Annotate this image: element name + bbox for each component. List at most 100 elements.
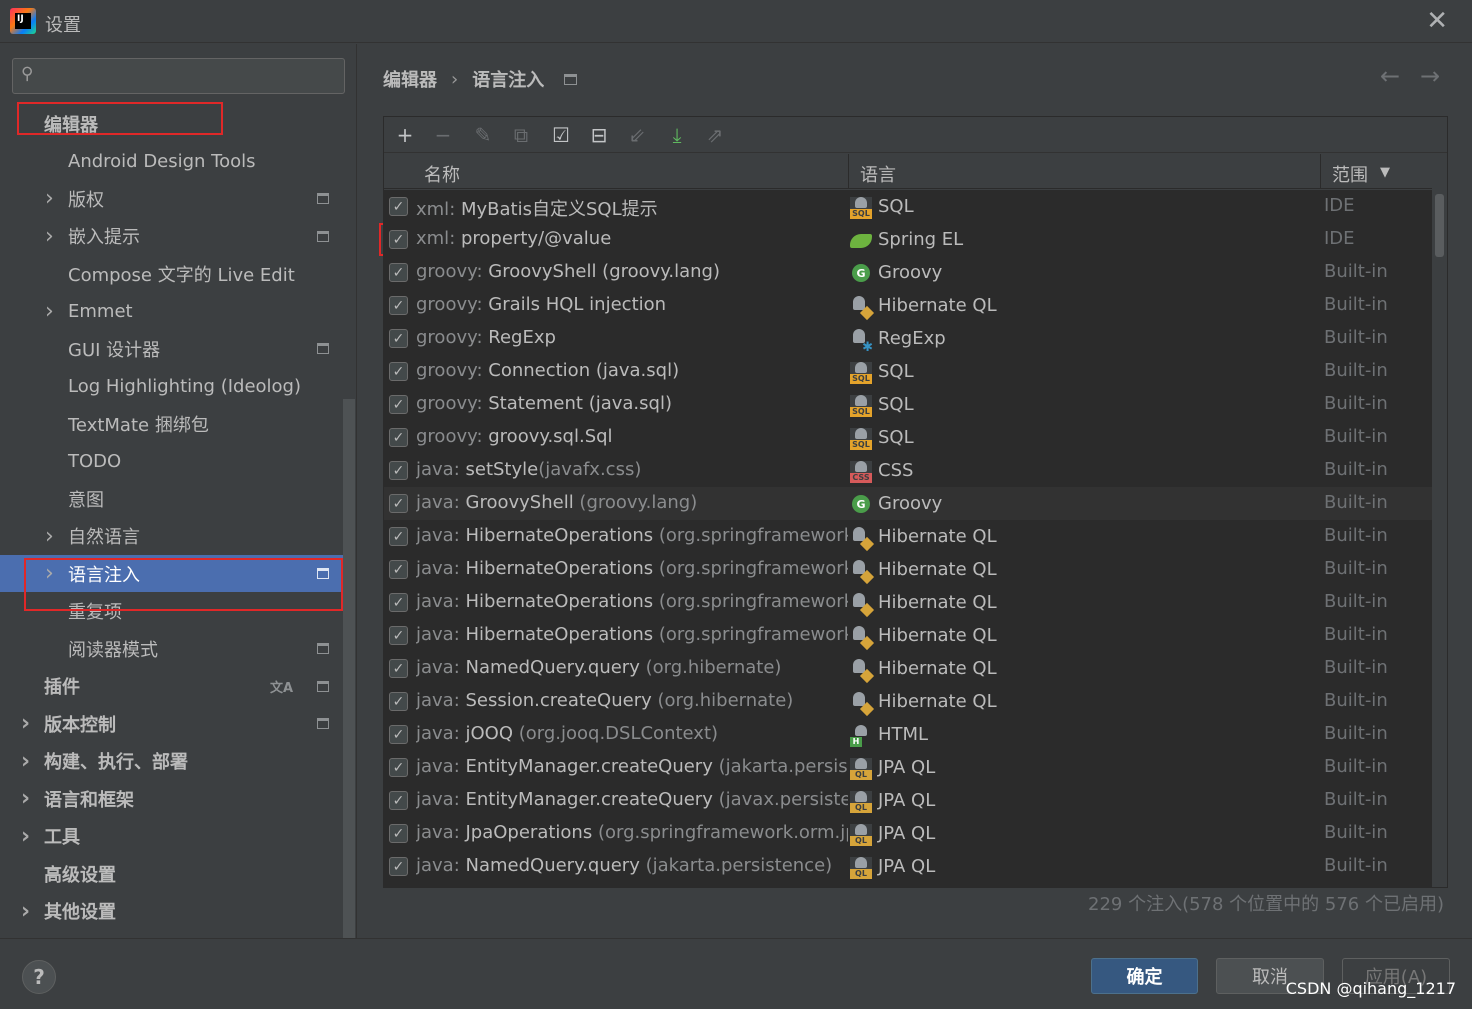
enabled-checkbox[interactable]: ✓: [389, 527, 408, 546]
table-row[interactable]: ✓ java: HibernateOperations (org.springfr…: [384, 553, 1432, 586]
sidebar-item[interactable]: › 工具: [0, 818, 343, 855]
table-row[interactable]: ✓ java: NamedQuery.query (jakarta.persist…: [384, 850, 1432, 883]
table-row[interactable]: ✓ xml: MyBatis自定义SQL提示 SQL SQL IDE: [384, 190, 1432, 223]
sidebar-item[interactable]: 编辑器: [0, 105, 343, 142]
enabled-checkbox[interactable]: ✓: [389, 197, 408, 216]
add-icon[interactable]: +: [392, 122, 418, 148]
sidebar-item[interactable]: 插件 文A: [0, 668, 343, 705]
table-scrollbar-thumb[interactable]: [1435, 194, 1444, 257]
table-scrollbar[interactable]: [1434, 190, 1445, 887]
table-row[interactable]: ✓ java: NamedQuery.query (org.hibernate) H…: [384, 652, 1432, 685]
table-row[interactable]: ✓ java: jOOQ (org.jooq.DSLContext) H HTML Bu…: [384, 718, 1432, 751]
chevron-right-icon[interactable]: ›: [45, 524, 54, 549]
sidebar-item[interactable]: › 语言注入: [0, 555, 343, 592]
sidebar-item[interactable]: 高级设置: [0, 855, 343, 892]
sidebar-item[interactable]: › 嵌入提示: [0, 218, 343, 255]
help-button[interactable]: ?: [22, 960, 56, 994]
enabled-checkbox[interactable]: ✓: [389, 659, 408, 678]
import-icon[interactable]: ⇙: [624, 122, 650, 148]
enabled-checkbox[interactable]: ✓: [389, 329, 408, 348]
sidebar-item[interactable]: 意图: [0, 480, 343, 517]
sidebar-item[interactable]: › 自然语言: [0, 518, 343, 555]
chevron-right-icon[interactable]: ›: [21, 711, 30, 736]
enabled-checkbox[interactable]: ✓: [389, 758, 408, 777]
close-icon[interactable]: ✕: [1426, 6, 1448, 36]
disable-all-icon[interactable]: ⊟: [586, 122, 612, 148]
chevron-right-icon[interactable]: ›: [45, 561, 54, 586]
sort-down-icon[interactable]: ▼: [1380, 165, 1390, 180]
sidebar-item[interactable]: › 其他设置: [0, 893, 343, 930]
table-row[interactable]: ✓ java: HibernateOperations (org.springfr…: [384, 619, 1432, 652]
chevron-right-icon[interactable]: ›: [45, 299, 54, 324]
back-arrow-icon[interactable]: ←: [1380, 62, 1400, 90]
chevron-right-icon[interactable]: ›: [45, 224, 54, 249]
enabled-checkbox[interactable]: ✓: [389, 791, 408, 810]
sidebar-item[interactable]: GUI 设计器: [0, 330, 343, 367]
enabled-checkbox[interactable]: ✓: [389, 494, 408, 513]
translate-icon[interactable]: 文A: [270, 677, 293, 696]
table-row[interactable]: ✓ groovy: RegExp ✱ RegExp Built-in: [384, 322, 1432, 355]
sidebar-item[interactable]: › Emmet: [0, 293, 343, 330]
sidebar-item[interactable]: TextMate 捆绑包: [0, 405, 343, 442]
enabled-checkbox[interactable]: ✓: [389, 230, 408, 249]
table-row[interactable]: ✓ groovy: groovy.sql.Sql SQL SQL Built-in: [384, 421, 1432, 454]
sidebar-item[interactable]: › 版权: [0, 180, 343, 217]
edit-icon[interactable]: ✎: [470, 122, 496, 148]
search-box[interactable]: ⚲: [12, 58, 345, 94]
enabled-checkbox[interactable]: ✓: [389, 461, 408, 480]
enable-all-icon[interactable]: ☑: [548, 122, 574, 148]
sidebar-item[interactable]: › 构建、执行、部署: [0, 743, 343, 780]
table-row[interactable]: ✓ java: Session.createQuery (org.hibernat…: [384, 685, 1432, 718]
chevron-right-icon[interactable]: ›: [21, 786, 30, 811]
column-divider[interactable]: [848, 154, 849, 189]
breadcrumb-parent[interactable]: 编辑器: [383, 66, 437, 92]
sidebar-item[interactable]: Compose 文字的 Live Edit: [0, 255, 343, 292]
sidebar-item[interactable]: 重复项: [0, 593, 343, 630]
table-row[interactable]: ✓ groovy: Statement (java.sql) SQL SQL Built…: [384, 388, 1432, 421]
enabled-checkbox[interactable]: ✓: [389, 593, 408, 612]
enabled-checkbox[interactable]: ✓: [389, 362, 408, 381]
search-input[interactable]: [47, 62, 337, 90]
chevron-right-icon[interactable]: ›: [21, 749, 30, 774]
chevron-right-icon[interactable]: ›: [21, 899, 30, 924]
enabled-checkbox[interactable]: ✓: [389, 263, 408, 282]
enabled-checkbox[interactable]: ✓: [389, 824, 408, 843]
chevron-right-icon[interactable]: ›: [21, 824, 30, 849]
table-row[interactable]: ✓ groovy: Grails HQL injection Hibernate Q…: [384, 289, 1432, 322]
table-row[interactable]: ✓ java: GroovyShell (groovy.lang) G Groovy B…: [384, 487, 1432, 520]
table-row[interactable]: ✓ java: setStyle(javafx.css) CSS CSS Built-i…: [384, 454, 1432, 487]
table-row[interactable]: ✓ java: JpaOperations (org.springframewor…: [384, 817, 1432, 850]
export-icon[interactable]: ⇗: [702, 122, 728, 148]
table-row[interactable]: ✓ groovy: Connection (java.sql) SQL SQL Buil…: [384, 355, 1432, 388]
forward-arrow-icon[interactable]: →: [1420, 62, 1440, 90]
sidebar-item[interactable]: › 语言和框架: [0, 780, 343, 817]
sidebar-item[interactable]: Log Highlighting (Ideolog): [0, 368, 343, 405]
header-language[interactable]: 语言: [860, 161, 896, 187]
remove-icon[interactable]: −: [430, 122, 456, 148]
enabled-checkbox[interactable]: ✓: [389, 626, 408, 645]
enabled-checkbox[interactable]: ✓: [389, 395, 408, 414]
chevron-right-icon[interactable]: ›: [45, 186, 54, 211]
sidebar-item[interactable]: Android Design Tools: [0, 143, 343, 180]
copy-icon[interactable]: ⧉: [508, 122, 534, 148]
table-row[interactable]: ✓ java: HibernateOperations (org.springfr…: [384, 520, 1432, 553]
enabled-checkbox[interactable]: ✓: [389, 560, 408, 579]
column-divider[interactable]: [1320, 154, 1321, 189]
header-scope[interactable]: 范围: [1332, 161, 1368, 187]
enabled-checkbox[interactable]: ✓: [389, 857, 408, 876]
ok-button[interactable]: 确定: [1091, 958, 1198, 994]
sidebar-item[interactable]: 阅读器模式: [0, 630, 343, 667]
sidebar-scrollbar[interactable]: [343, 399, 355, 938]
header-name[interactable]: 名称: [424, 161, 460, 187]
sidebar-item[interactable]: › 版本控制: [0, 705, 343, 742]
enabled-checkbox[interactable]: ✓: [389, 692, 408, 711]
table-row[interactable]: ✓ groovy: GroovyShell (groovy.lang) G Groov…: [384, 256, 1432, 289]
table-row[interactable]: ✓ java: EntityManager.createQuery (javax.…: [384, 784, 1432, 817]
table-row[interactable]: ✓ java: EntityManager.createQuery (jakart…: [384, 751, 1432, 784]
enabled-checkbox[interactable]: ✓: [389, 725, 408, 744]
download-icon[interactable]: ⤓: [664, 122, 690, 148]
table-row[interactable]: ✓ java: HibernateOperations (org.springfr…: [384, 586, 1432, 619]
table-row[interactable]: ✓ xml: property/@value Spring EL IDE: [384, 223, 1432, 256]
enabled-checkbox[interactable]: ✓: [389, 296, 408, 315]
enabled-checkbox[interactable]: ✓: [389, 428, 408, 447]
